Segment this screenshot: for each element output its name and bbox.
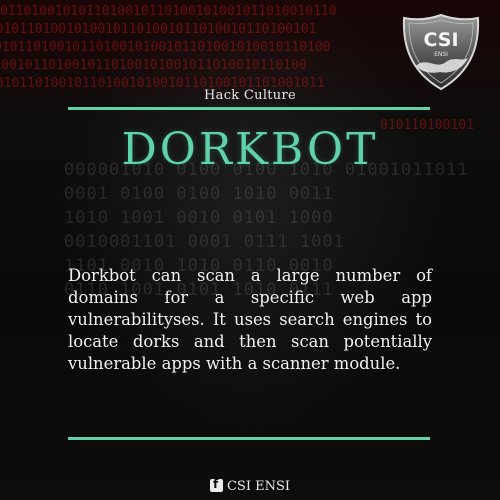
- page-title: DORKBOT: [121, 124, 379, 175]
- description-text: Dorkbot can scan a large number of domai…: [68, 266, 432, 373]
- logo-main-text: CSI: [423, 29, 458, 51]
- facebook-icon[interactable]: [209, 477, 223, 492]
- footer-label: CSI ENSI: [226, 479, 291, 494]
- footer[interactable]: CSI ENSI: [0, 477, 500, 494]
- bottom-divider: [68, 437, 430, 440]
- logo-sub-text: ENSI: [434, 51, 448, 58]
- csi-ensi-logo: CSI ENSI: [402, 13, 480, 91]
- category-label: Hack Culture: [204, 88, 296, 103]
- poster: 0110100101011010010110100101001011010010…: [0, 0, 500, 500]
- top-divider: [68, 107, 430, 110]
